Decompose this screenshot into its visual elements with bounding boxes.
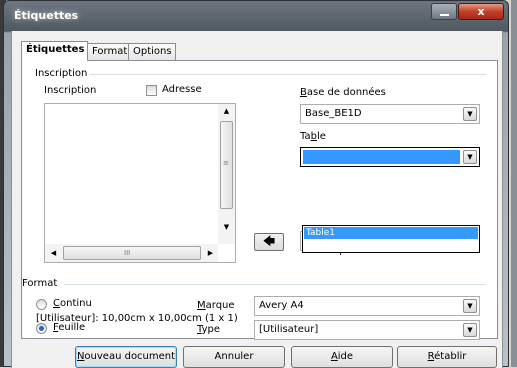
type-select[interactable]: [Utilisateur] ▼: [254, 320, 480, 340]
adresse-label[interactable]: Adresse: [162, 84, 202, 95]
dialog-client-area: Étiquettes Format Options Inscription In…: [11, 31, 503, 368]
reset-label: établir: [434, 351, 467, 362]
table-select[interactable]: ▼: [300, 147, 480, 167]
tab-options[interactable]: Options: [128, 43, 176, 60]
chevron-down-icon[interactable]: ▼: [463, 107, 477, 121]
reset-button[interactable]: Rétablir: [397, 346, 497, 368]
minimize-button[interactable]: [431, 3, 457, 20]
tab-panel: Inscription Inscription Adresse ▲ ≡ ▼ ◀ …: [21, 60, 498, 340]
vertical-scroll-thumb[interactable]: ≡: [220, 121, 233, 209]
type-select-value: [Utilisateur]: [259, 324, 319, 335]
tab-etiquettes[interactable]: Étiquettes: [21, 41, 88, 61]
cancel-button[interactable]: Annuler: [183, 346, 285, 368]
marque-label: Marque: [197, 300, 235, 311]
grip-icon: III: [124, 249, 131, 257]
group-separator: [76, 74, 486, 75]
adresse-checkbox[interactable]: [146, 85, 157, 96]
table-select-highlight: [303, 150, 460, 164]
base-label: Base de données: [300, 87, 386, 98]
cancel-label: Annuler: [214, 351, 254, 362]
close-button[interactable]: x: [458, 3, 504, 20]
scroll-up-icon[interactable]: ▲: [221, 106, 232, 117]
table-dropdown-list[interactable]: Table1: [302, 225, 480, 253]
help-label: ide: [337, 351, 354, 362]
base-select[interactable]: Base_BE1D ▼: [300, 104, 480, 124]
format-group-title: Format: [22, 278, 61, 289]
marque-select[interactable]: Avery A4 ▼: [254, 296, 480, 316]
tab-label: Options: [133, 46, 172, 57]
scroll-right-icon[interactable]: ▶: [205, 248, 216, 259]
marque-select-value: Avery A4: [259, 300, 304, 311]
arrow-left-icon: 🡄: [262, 234, 276, 248]
dialog-title: Étiquettes: [14, 9, 79, 22]
scroll-left-icon[interactable]: ◀: [48, 248, 59, 259]
background-window-edge-right: [511, 0, 517, 367]
close-icon: x: [477, 5, 485, 18]
labels-dialog: Étiquettes x Étiquettes Format Options I…: [3, 0, 509, 368]
scroll-down-icon[interactable]: ▼: [221, 222, 232, 233]
horizontal-scroll-thumb[interactable]: III: [63, 246, 201, 260]
inscription-group-title: Inscription: [35, 68, 91, 79]
chevron-down-icon[interactable]: ▼: [463, 150, 477, 164]
base-label-text: ase de données: [306, 87, 386, 98]
table-label-text: Ta: [300, 131, 311, 142]
new-document-button[interactable]: Nouveau document: [75, 346, 177, 368]
title-bar[interactable]: Étiquettes x: [4, 1, 508, 31]
tab-label: Format: [92, 46, 128, 57]
type-label-text: ype: [201, 324, 220, 335]
inscription-textarea[interactable]: ▲ ≡ ▼ ◀ III ▶: [44, 103, 236, 263]
group-separator: [64, 284, 486, 285]
tab-format[interactable]: Format: [87, 43, 129, 60]
inscription-label: Inscription: [44, 85, 97, 96]
new-document-label: ouveau document: [84, 351, 176, 362]
horizontal-scrollbar[interactable]: ◀ III ▶: [45, 244, 218, 262]
grip-icon: ≡: [223, 159, 229, 167]
tab-label: Étiquettes: [26, 44, 85, 55]
background-window-edge-bottom: [0, 310, 3, 367]
base-select-value: Base_BE1D: [305, 108, 362, 119]
chevron-down-icon[interactable]: ▼: [463, 323, 477, 337]
vertical-scrollbar[interactable]: ▲ ≡ ▼: [218, 104, 235, 244]
continu-radio[interactable]: [36, 299, 47, 310]
table-label-text-end: le: [316, 131, 326, 142]
insert-field-button[interactable]: 🡄: [254, 233, 284, 251]
continu-label-text: ontinu: [59, 298, 92, 309]
chevron-down-icon[interactable]: ▼: [463, 299, 477, 313]
continu-label[interactable]: Continu: [53, 298, 92, 309]
marque-label-text: arque: [205, 300, 235, 311]
table-label: Table: [300, 131, 326, 142]
feuille-radio[interactable]: [36, 323, 47, 334]
help-button[interactable]: Aide: [291, 346, 393, 368]
type-label: Type: [197, 324, 220, 335]
table-option-table1[interactable]: Table1: [304, 227, 478, 239]
format-summary: [Utilisateur]: 10,00cm x 10,00cm (1 x 1): [36, 313, 238, 324]
